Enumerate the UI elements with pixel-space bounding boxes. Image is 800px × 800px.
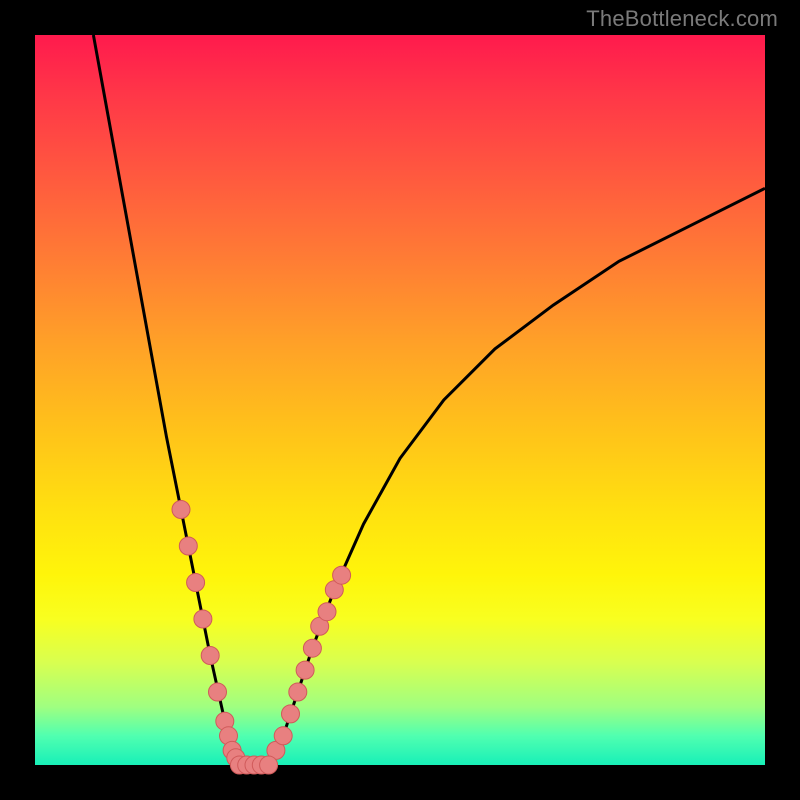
marker-dot xyxy=(296,661,314,679)
marker-dot xyxy=(209,683,227,701)
marker-group xyxy=(172,501,351,775)
marker-dot xyxy=(187,574,205,592)
marker-dot xyxy=(274,727,292,745)
marker-dot xyxy=(260,756,278,774)
marker-dot xyxy=(289,683,307,701)
marker-dot xyxy=(333,566,351,584)
marker-dot xyxy=(282,705,300,723)
chart-plot-area xyxy=(35,35,765,765)
marker-dot xyxy=(172,501,190,519)
curve-group xyxy=(93,35,765,765)
marker-dot xyxy=(194,610,212,628)
curve-right-curve xyxy=(269,188,765,765)
marker-dot xyxy=(303,639,321,657)
marker-dot xyxy=(179,537,197,555)
watermark-text: TheBottleneck.com xyxy=(586,6,778,32)
chart-svg xyxy=(35,35,765,765)
marker-dot xyxy=(318,603,336,621)
marker-dot xyxy=(201,647,219,665)
